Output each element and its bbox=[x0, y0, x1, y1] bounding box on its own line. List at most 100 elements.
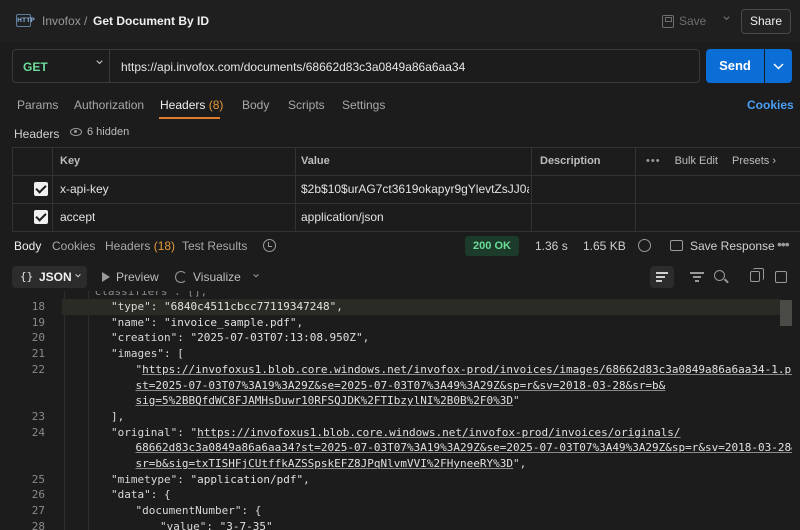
hidden-headers-toggle[interactable]: 6 hidden bbox=[70, 126, 129, 138]
code-line: 27 "documentNumber": { bbox=[0, 503, 790, 519]
tab-params[interactable]: Params bbox=[17, 98, 58, 112]
code-line: sig=5%2BBQfdWC8FJAMHsDuwr10RFSQJDK%2FTIb… bbox=[0, 393, 790, 409]
presets-button[interactable]: Presets › bbox=[732, 155, 776, 167]
divider bbox=[635, 147, 636, 231]
chevron-down-icon[interactable] bbox=[95, 58, 104, 67]
string-value: "invoice_sample.pdf" bbox=[164, 315, 297, 329]
tab-response-cookies[interactable]: Cookies bbox=[52, 239, 95, 253]
scrollbar[interactable] bbox=[792, 291, 800, 530]
send-button[interactable]: Send bbox=[706, 49, 764, 83]
url-value[interactable]: https://invofoxus1.blob.core.windows.net… bbox=[197, 426, 680, 439]
url-value[interactable]: sr=b&sig=txTISHFjCUtffkAZSSpskEFZ8JPqNlv… bbox=[136, 457, 514, 470]
url-value[interactable]: https://invofoxus1.blob.core.windows.net… bbox=[142, 363, 800, 376]
request-tabs: Params Authorization Headers (8) Body Sc… bbox=[0, 92, 800, 119]
line-number: 19 bbox=[31, 315, 45, 329]
table-actions: ••• Bulk Edit Presets › bbox=[646, 155, 776, 167]
filter-icon[interactable] bbox=[690, 271, 704, 283]
tab-test-results[interactable]: Test Results bbox=[182, 239, 247, 253]
visualize-button[interactable]: Visualize bbox=[175, 270, 241, 284]
top-bar: HTTP Invofox / Get Document By ID Save S… bbox=[0, 0, 800, 42]
tab-body[interactable]: Body bbox=[242, 98, 269, 112]
chevron-down-icon[interactable] bbox=[722, 14, 731, 23]
divider bbox=[12, 147, 13, 231]
punctuation: : [ bbox=[163, 347, 184, 361]
line-number: 26 bbox=[31, 488, 45, 502]
json-key: "type" bbox=[111, 300, 151, 313]
save-button[interactable]: Save bbox=[662, 12, 706, 30]
header-key[interactable]: accept bbox=[60, 210, 95, 224]
json-key: "value" bbox=[160, 519, 207, 530]
header-key[interactable]: x-api-key bbox=[60, 182, 109, 196]
visualize-label: Visualize bbox=[193, 270, 241, 284]
tab-settings[interactable]: Settings bbox=[342, 98, 385, 112]
chevron-down-icon[interactable] bbox=[252, 272, 260, 280]
url-input[interactable]: https://api.invofox.com/documents/68662d… bbox=[121, 60, 465, 74]
code-text: "type": "6840c4511cbcc77119347248", bbox=[111, 299, 343, 315]
json-key: "creation" bbox=[111, 331, 178, 345]
divider bbox=[12, 147, 800, 148]
copy-icon[interactable] bbox=[750, 268, 764, 282]
header-value[interactable]: application/json bbox=[301, 210, 384, 224]
divider bbox=[12, 203, 800, 204]
filter-line bbox=[695, 280, 699, 282]
code-text: sig=5%2BBQfdWC8FJAMHsDuwr10RFSQJDK%2FTIb… bbox=[136, 393, 520, 409]
globe-icon[interactable] bbox=[638, 239, 651, 252]
more-icon[interactable]: ••• bbox=[646, 155, 661, 167]
url-value[interactable]: st=2025-07-03T07%3A19%3A29Z&se=2025-07-0… bbox=[136, 379, 666, 392]
tab-headers[interactable]: Headers (8) bbox=[160, 98, 223, 112]
bulk-edit-button[interactable]: Bulk Edit bbox=[675, 155, 718, 167]
status-badge[interactable]: 200 OK bbox=[465, 236, 519, 256]
response-time[interactable]: 1.36 s bbox=[535, 239, 568, 253]
request-title[interactable]: Get Document By ID bbox=[93, 14, 209, 28]
string-value: "6840c4511cbcc77119347248" bbox=[164, 300, 337, 313]
string-value: "3-7-35" bbox=[219, 519, 273, 530]
preview-button[interactable]: Preview bbox=[102, 270, 159, 284]
wrap-icon[interactable] bbox=[650, 266, 674, 288]
json-key: "original" bbox=[111, 425, 178, 439]
visualize-icon bbox=[175, 271, 187, 283]
save-response-button[interactable]: Save Response bbox=[690, 239, 775, 253]
format-select[interactable]: {} JSON bbox=[12, 266, 87, 288]
code-text: "creation": "2025-07-03T07:13:08.950Z", bbox=[111, 330, 369, 346]
line-number: 25 bbox=[31, 472, 45, 486]
code-line: 28 "value": "3-7-35" bbox=[0, 519, 790, 530]
response-size[interactable]: 1.65 KB bbox=[583, 239, 626, 253]
tab-response-headers[interactable]: Headers (18) bbox=[105, 239, 175, 253]
checkbox-icon[interactable] bbox=[34, 210, 48, 224]
tab-label: Headers bbox=[105, 239, 151, 253]
tab-scripts[interactable]: Scripts bbox=[288, 98, 325, 112]
more-icon[interactable]: ••• bbox=[777, 236, 790, 252]
line-number: 21 bbox=[31, 347, 45, 361]
punctuation: : bbox=[177, 331, 191, 345]
response-body-code[interactable]: "classifiers": [], 18 "type": "6840c4511c… bbox=[0, 291, 800, 530]
headers-label: Headers bbox=[14, 127, 60, 141]
punctuation: : bbox=[150, 315, 164, 329]
punctuation: : " bbox=[177, 425, 198, 439]
code-line: 18 "type": "6840c4511cbcc77119347248", bbox=[32, 299, 780, 315]
filter-line bbox=[693, 276, 701, 278]
checkbox-icon[interactable] bbox=[34, 182, 48, 196]
line-number: 18 bbox=[31, 300, 45, 313]
http-icon: HTTP bbox=[16, 14, 35, 27]
punctuation: : { bbox=[241, 504, 262, 518]
url-value[interactable]: sig=5%2BBQfdWC8FJAMHsDuwr10RFSQJDK%2FTIb… bbox=[136, 394, 514, 407]
wrap-line bbox=[656, 272, 668, 274]
scroll-position-marker bbox=[780, 300, 792, 326]
code-line: 23], bbox=[0, 409, 790, 425]
punctuation: , bbox=[296, 315, 304, 329]
view-options-bar: {} JSON Preview Visualize bbox=[0, 263, 800, 291]
send-options-button[interactable] bbox=[765, 49, 792, 83]
method-select[interactable]: GET bbox=[23, 60, 48, 74]
header-value[interactable]: $2b$10$urAG7ct3619okapyr9gYlevtZsJJ0ad… bbox=[301, 182, 529, 196]
search-icon[interactable] bbox=[714, 270, 725, 281]
punctuation: : { bbox=[150, 488, 171, 502]
tab-response-body[interactable]: Body bbox=[14, 239, 41, 253]
url-value[interactable]: 68662d83c3a0849a86a6aa34?st=2025-07-03T0… bbox=[136, 441, 798, 454]
json-key: "documentNumber" bbox=[135, 504, 242, 518]
breadcrumb-workspace[interactable]: Invofox bbox=[42, 14, 81, 28]
cookies-link[interactable]: Cookies bbox=[747, 98, 794, 112]
history-icon[interactable] bbox=[263, 239, 276, 252]
tab-authorization[interactable]: Authorization bbox=[74, 98, 144, 112]
share-button[interactable]: Share bbox=[741, 9, 791, 34]
clear-icon[interactable] bbox=[775, 271, 787, 283]
